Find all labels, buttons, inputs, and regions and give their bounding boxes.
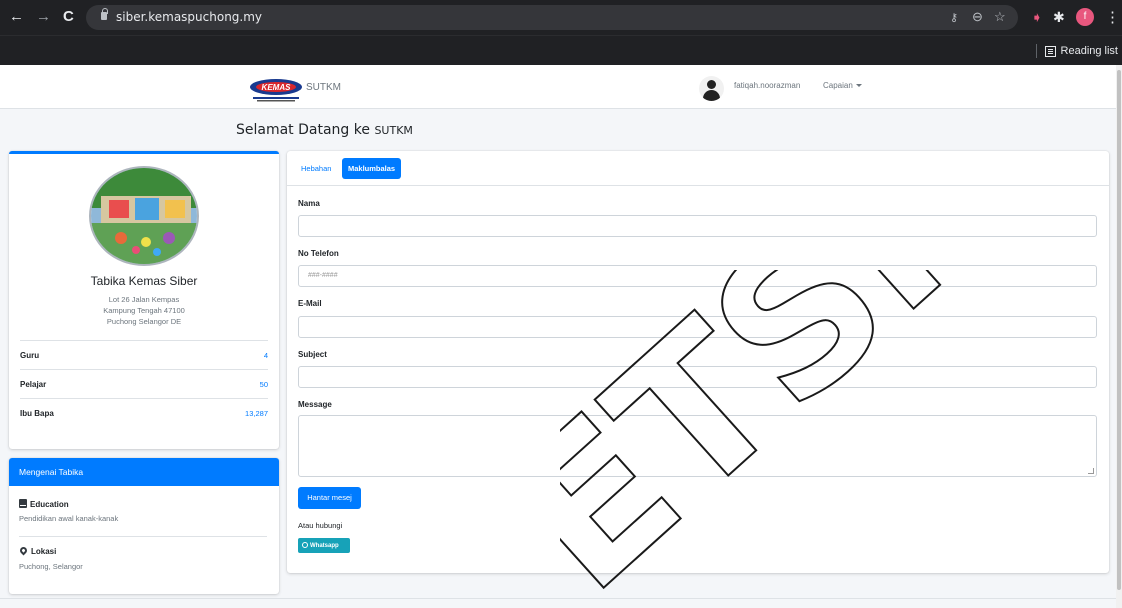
reload-icon[interactable]: C xyxy=(63,9,74,25)
page-title: Selamat Datang ke SUTKM xyxy=(236,122,413,138)
subject-label: Subject xyxy=(298,350,327,359)
capaian-dropdown[interactable]: Capaian xyxy=(823,81,862,90)
star-icon[interactable]: ☆ xyxy=(994,9,1006,25)
whatsapp-label: Whatsapp xyxy=(310,543,339,549)
stat-row-pelajar: Pelajar 50 xyxy=(20,369,268,398)
nama-input[interactable] xyxy=(298,215,1097,237)
stat-row-ibu-bapa: Ibu Bapa 13,287 xyxy=(20,398,268,427)
stat-label: Pelajar xyxy=(20,380,47,389)
welcome-brand: SUTKM xyxy=(374,124,413,137)
user-avatar[interactable] xyxy=(699,76,724,101)
map-pin-icon xyxy=(18,545,29,556)
extension-icon[interactable]: ➧ xyxy=(1031,9,1043,25)
zoom-icon[interactable]: ⊖ xyxy=(972,9,983,25)
capaian-label: Capaian xyxy=(823,81,853,90)
kebab-menu-icon[interactable]: ⋮ xyxy=(1105,8,1120,26)
kemas-logo[interactable]: KEMAS xyxy=(249,77,303,103)
about-title: Mengenai Tabika xyxy=(9,458,279,486)
reading-list-icon xyxy=(1044,45,1056,57)
education-title: Education xyxy=(30,500,69,509)
separator xyxy=(1035,44,1037,58)
stat-row-guru: Guru 4 xyxy=(20,340,268,369)
alt-contact-label: Atau hubungi xyxy=(298,521,343,530)
stat-value[interactable]: 50 xyxy=(260,380,268,389)
school-photo xyxy=(89,166,199,266)
nama-label: Nama xyxy=(298,199,320,208)
stat-label: Guru xyxy=(20,351,40,360)
stats-list: Guru 4 Pelajar 50 Ibu Bapa 13,287 xyxy=(20,340,268,427)
avatar-body xyxy=(703,90,720,101)
watermark-text: ETSM xyxy=(560,270,1020,608)
telefon-label: No Telefon xyxy=(298,249,339,258)
email-label: E-Mail xyxy=(298,299,322,308)
address-line: Puchong Selangor DE xyxy=(106,317,182,326)
send-message-button[interactable]: Hantar mesej xyxy=(298,487,361,509)
stat-label: Ibu Bapa xyxy=(20,409,54,418)
book-icon xyxy=(19,499,27,508)
address-line: Kampung Tengah 47100 xyxy=(103,306,185,315)
back-arrow-icon[interactable]: ← xyxy=(9,9,24,25)
chevron-down-icon xyxy=(855,84,862,88)
whatsapp-icon xyxy=(302,542,308,548)
address-bar[interactable]: siber.kemaspuchong.my ⚷ ⊖ ☆ xyxy=(86,5,1018,30)
location-text: Puchong, Selangor xyxy=(19,562,83,571)
profile-card: Tabika Kemas Siber Lot 26 Jalan Kempas K… xyxy=(9,151,279,449)
top-navbar: KEMAS SUTKM fatiqah.noorazman Capaian xyxy=(0,65,1116,109)
stat-value[interactable]: 13,287 xyxy=(245,409,268,418)
puzzle-icon[interactable]: ✱ xyxy=(1053,9,1065,25)
avatar-head xyxy=(707,80,716,89)
school-name: Tabika Kemas Siber xyxy=(90,274,198,288)
message-label: Message xyxy=(298,400,332,409)
location-title: Lokasi xyxy=(31,547,57,556)
divider xyxy=(19,536,267,537)
tab-hebahan[interactable]: Hebahan xyxy=(295,158,337,179)
browser-toolbar: ← → C siber.kemaspuchong.my ⚷ ⊖ ☆ ➧ ✱ f … xyxy=(0,0,1122,35)
tab-bar: Hebahan Maklumbalas xyxy=(287,151,1109,186)
stat-value[interactable]: 4 xyxy=(264,351,268,360)
logo-text: KEMAS xyxy=(262,83,292,92)
profile-avatar[interactable]: f xyxy=(1076,8,1094,26)
username-label[interactable]: fatiqah.noorazman xyxy=(734,81,800,90)
whatsapp-button[interactable]: Whatsapp xyxy=(298,538,350,553)
brand-name[interactable]: SUTKM xyxy=(306,82,341,93)
welcome-prefix: Selamat Datang ke xyxy=(236,122,370,138)
bookmarks-bar: Reading list xyxy=(0,35,1122,65)
location-heading: Lokasi xyxy=(18,545,57,556)
tab-maklumbalas[interactable]: Maklumbalas xyxy=(342,158,402,179)
watermark: ETSM xyxy=(560,270,1020,608)
address-line: Lot 26 Jalan Kempas xyxy=(108,295,180,304)
resize-handle[interactable] xyxy=(1088,468,1094,474)
key-icon[interactable]: ⚷ xyxy=(950,11,958,24)
reading-list-label: Reading list xyxy=(1060,44,1118,57)
forward-arrow-icon[interactable]: → xyxy=(36,9,51,25)
url-text[interactable]: siber.kemaspuchong.my xyxy=(116,10,262,24)
about-card: Mengenai Tabika Education Pendidikan awa… xyxy=(9,458,279,594)
education-text: Pendidikan awal kanak-kanak xyxy=(19,514,119,523)
education-heading: Education xyxy=(19,499,69,509)
scrollbar-thumb[interactable] xyxy=(1117,70,1121,590)
reading-list-button[interactable]: Reading list xyxy=(1035,44,1118,58)
lock-icon[interactable] xyxy=(101,8,108,20)
